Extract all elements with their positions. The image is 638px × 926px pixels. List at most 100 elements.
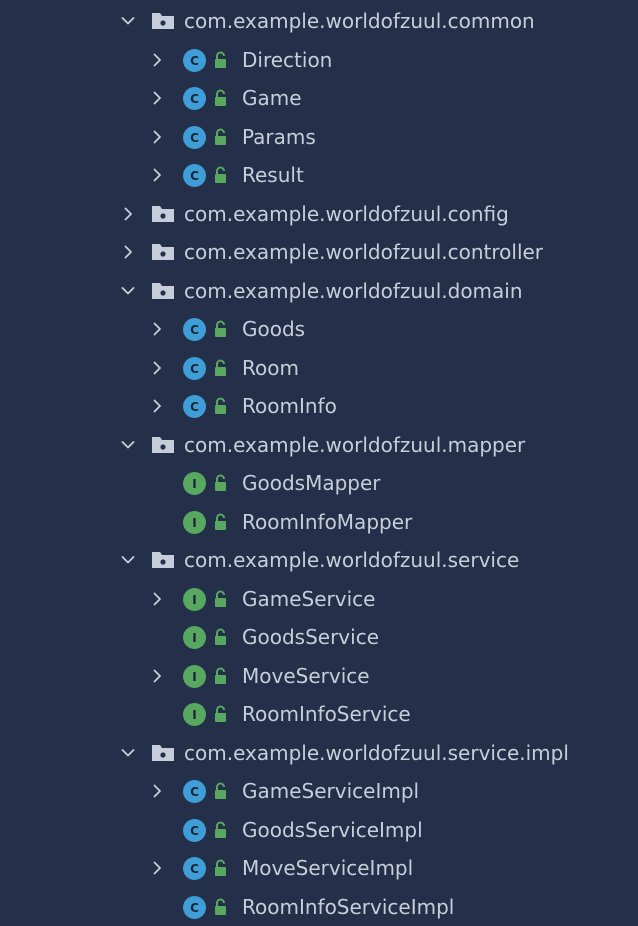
class-node[interactable]: C RoomInfoServiceImpl bbox=[0, 888, 638, 926]
public-lock-icon bbox=[212, 666, 230, 686]
class-icon: C bbox=[183, 896, 206, 919]
public-lock-icon bbox=[212, 704, 230, 724]
package-node[interactable]: com.example.worldofzuul.mapper bbox=[0, 426, 638, 464]
interface-node[interactable]: I GoodsMapper bbox=[0, 464, 638, 502]
interface-node[interactable]: I GoodsService bbox=[0, 618, 638, 656]
class-name: Params bbox=[242, 125, 316, 149]
class-node[interactable]: C Params bbox=[0, 118, 638, 156]
package-name: com.example.worldofzuul.mapper bbox=[184, 433, 526, 457]
class-name: Goods bbox=[242, 317, 306, 341]
interface-icon: I bbox=[183, 472, 206, 495]
package-folder-icon bbox=[150, 242, 176, 262]
class-node[interactable]: C GoodsServiceImpl bbox=[0, 811, 638, 849]
package-name: com.example.worldofzuul.service bbox=[184, 548, 520, 572]
class-node[interactable]: C Room bbox=[0, 349, 638, 387]
interface-name: GameService bbox=[242, 587, 376, 611]
package-name: com.example.worldofzuul.common bbox=[184, 9, 535, 33]
class-icon: C bbox=[183, 49, 206, 72]
package-folder-icon bbox=[150, 281, 176, 301]
package-folder-icon bbox=[150, 11, 176, 31]
chevron-down-icon[interactable] bbox=[117, 742, 139, 764]
class-name: Game bbox=[242, 86, 302, 110]
package-node[interactable]: com.example.worldofzuul.service bbox=[0, 541, 638, 579]
package-node[interactable]: com.example.worldofzuul.service.impl bbox=[0, 734, 638, 772]
package-name: com.example.worldofzuul.config bbox=[184, 202, 509, 226]
class-icon: C bbox=[183, 780, 206, 803]
package-folder-icon bbox=[150, 550, 176, 570]
chevron-down-icon[interactable] bbox=[117, 434, 139, 456]
interface-icon: I bbox=[183, 626, 206, 649]
public-lock-icon bbox=[212, 627, 230, 647]
chevron-right-icon[interactable] bbox=[146, 395, 168, 417]
public-lock-icon bbox=[212, 358, 230, 378]
public-lock-icon bbox=[212, 396, 230, 416]
package-node[interactable]: com.example.worldofzuul.config bbox=[0, 195, 638, 233]
public-lock-icon bbox=[212, 50, 230, 70]
public-lock-icon bbox=[212, 858, 230, 878]
package-name: com.example.worldofzuul.controller bbox=[184, 240, 544, 264]
interface-name: GoodsService bbox=[242, 625, 380, 649]
class-name: Direction bbox=[242, 48, 333, 72]
class-icon: C bbox=[183, 87, 206, 110]
class-node[interactable]: C RoomInfo bbox=[0, 387, 638, 425]
class-name: GoodsServiceImpl bbox=[242, 818, 423, 842]
package-name: com.example.worldofzuul.service.impl bbox=[184, 741, 569, 765]
package-node[interactable]: com.example.worldofzuul.controller bbox=[0, 233, 638, 271]
class-icon: C bbox=[183, 395, 206, 418]
public-lock-icon bbox=[212, 897, 230, 917]
chevron-right-icon[interactable] bbox=[146, 665, 168, 687]
class-icon: C bbox=[183, 857, 206, 880]
public-lock-icon bbox=[212, 512, 230, 532]
class-name: RoomInfo bbox=[242, 394, 337, 418]
chevron-right-icon[interactable] bbox=[146, 126, 168, 148]
public-lock-icon bbox=[212, 127, 230, 147]
interface-name: RoomInfoMapper bbox=[242, 510, 413, 534]
interface-icon: I bbox=[183, 665, 206, 688]
class-icon: C bbox=[183, 819, 206, 842]
package-name: com.example.worldofzuul.domain bbox=[184, 279, 523, 303]
class-icon: C bbox=[183, 318, 206, 341]
interface-name: MoveService bbox=[242, 664, 370, 688]
chevron-right-icon[interactable] bbox=[146, 780, 168, 802]
chevron-right-icon[interactable] bbox=[146, 49, 168, 71]
class-icon: C bbox=[183, 126, 206, 149]
class-name: Result bbox=[242, 163, 304, 187]
class-node[interactable]: C Result bbox=[0, 156, 638, 194]
class-node[interactable]: C Goods bbox=[0, 310, 638, 348]
interface-node[interactable]: I GameService bbox=[0, 580, 638, 618]
class-name: GameServiceImpl bbox=[242, 779, 420, 803]
chevron-right-icon[interactable] bbox=[117, 241, 139, 263]
class-icon: C bbox=[183, 164, 206, 187]
class-name: Room bbox=[242, 356, 299, 380]
interface-node[interactable]: I MoveService bbox=[0, 657, 638, 695]
chevron-right-icon[interactable] bbox=[146, 318, 168, 340]
package-node[interactable]: com.example.worldofzuul.domain bbox=[0, 272, 638, 310]
interface-icon: I bbox=[183, 511, 206, 534]
public-lock-icon bbox=[212, 589, 230, 609]
class-node[interactable]: C Game bbox=[0, 79, 638, 117]
chevron-down-icon[interactable] bbox=[117, 549, 139, 571]
class-name: MoveServiceImpl bbox=[242, 856, 414, 880]
interface-node[interactable]: I RoomInfoService bbox=[0, 695, 638, 733]
interface-node[interactable]: I RoomInfoMapper bbox=[0, 503, 638, 541]
public-lock-icon bbox=[212, 165, 230, 185]
chevron-right-icon[interactable] bbox=[146, 164, 168, 186]
chevron-right-icon[interactable] bbox=[146, 87, 168, 109]
class-node[interactable]: C Direction bbox=[0, 41, 638, 79]
class-node[interactable]: C MoveServiceImpl bbox=[0, 849, 638, 887]
package-node[interactable]: com.example.worldofzuul.common bbox=[0, 2, 638, 40]
project-tree: com.example.worldofzuul.common C Direction… bbox=[0, 0, 638, 925]
chevron-right-icon[interactable] bbox=[146, 357, 168, 379]
chevron-right-icon[interactable] bbox=[117, 203, 139, 225]
interface-icon: I bbox=[183, 588, 206, 611]
public-lock-icon bbox=[212, 781, 230, 801]
chevron-right-icon[interactable] bbox=[146, 588, 168, 610]
chevron-right-icon[interactable] bbox=[146, 857, 168, 879]
public-lock-icon bbox=[212, 473, 230, 493]
chevron-down-icon[interactable] bbox=[117, 280, 139, 302]
interface-name: GoodsMapper bbox=[242, 471, 381, 495]
chevron-down-icon[interactable] bbox=[117, 10, 139, 32]
public-lock-icon bbox=[212, 88, 230, 108]
class-icon: C bbox=[183, 357, 206, 380]
class-node[interactable]: C GameServiceImpl bbox=[0, 772, 638, 810]
